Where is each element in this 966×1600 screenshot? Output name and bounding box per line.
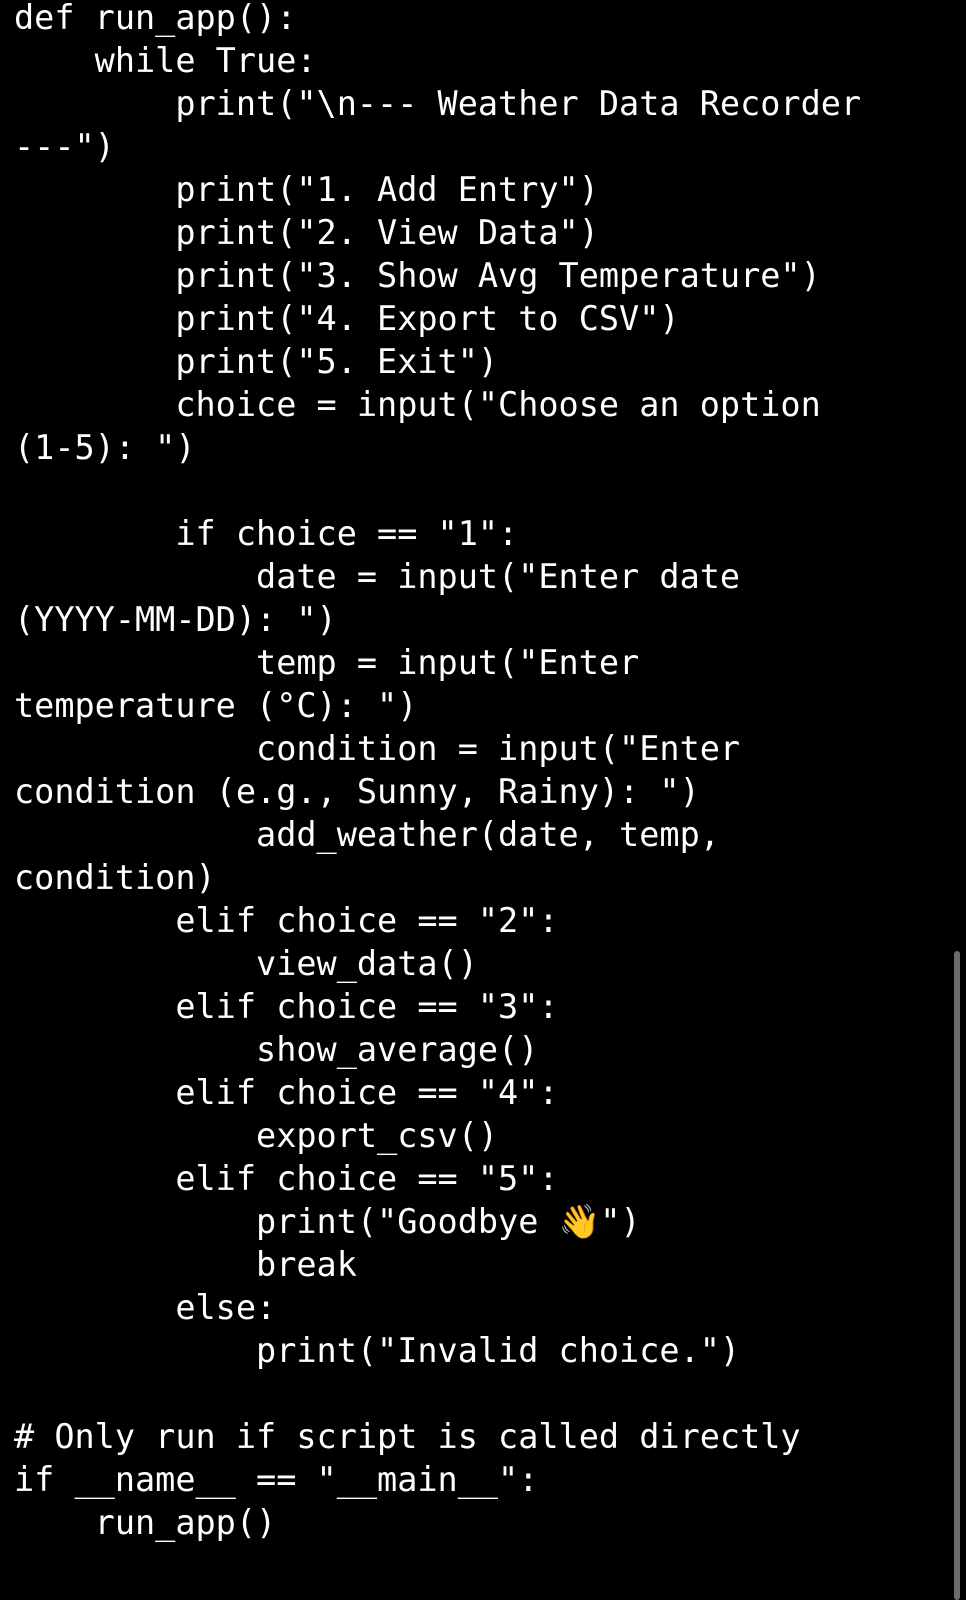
code-line: print("1. Add Entry") — [14, 170, 599, 209]
code-line: add_weather(date, temp, — [14, 815, 720, 854]
code-line: if choice == "1": — [14, 514, 519, 553]
code-line: else: — [14, 1288, 277, 1327]
code-line: temperature (°C): ") — [14, 686, 418, 725]
code-line: if __name__ == "__main__": — [14, 1460, 539, 1499]
code-line: elif choice == "5": — [14, 1159, 559, 1198]
code-block: def run_app(): while True: print("\n--- … — [14, 0, 954, 1544]
code-line: # Only run if script is called directly — [14, 1417, 801, 1456]
code-line: elif choice == "4": — [14, 1073, 559, 1112]
code-line: break — [14, 1245, 357, 1284]
code-line: print("Invalid choice.") — [14, 1331, 741, 1370]
code-line: def run_app(): — [14, 0, 297, 37]
code-line: elif choice == "3": — [14, 987, 559, 1026]
code-line: (YYYY-MM-DD): ") — [14, 600, 337, 639]
code-line: print("Goodbye 👋") — [14, 1202, 641, 1241]
code-line: print("\n--- Weather Data Recorder — [14, 84, 862, 123]
code-line: date = input("Enter date — [14, 557, 741, 596]
vertical-scrollbar[interactable] — [954, 951, 960, 1600]
code-line: print("3. Show Avg Temperature") — [14, 256, 821, 295]
code-line: export_csv() — [14, 1116, 499, 1155]
code-line: view_data() — [14, 944, 478, 983]
code-line: (1-5): ") — [14, 428, 196, 467]
code-line: choice = input("Choose an option — [14, 385, 821, 424]
code-line: ---") — [14, 127, 115, 166]
code-line: print("2. View Data") — [14, 213, 599, 252]
code-line: show_average() — [14, 1030, 539, 1069]
code-line: while True: — [14, 41, 317, 80]
code-line: elif choice == "2": — [14, 901, 559, 940]
code-line: condition (e.g., Sunny, Rainy): ") — [14, 772, 700, 811]
code-line: temp = input("Enter — [14, 643, 640, 682]
code-line: print("5. Exit") — [14, 342, 499, 381]
code-line: run_app() — [14, 1503, 277, 1542]
code-line: condition) — [14, 858, 216, 897]
code-line: condition = input("Enter — [14, 729, 741, 768]
code-line: print("4. Export to CSV") — [14, 299, 680, 338]
code-view[interactable]: def run_app(): while True: print("\n--- … — [0, 0, 966, 1600]
